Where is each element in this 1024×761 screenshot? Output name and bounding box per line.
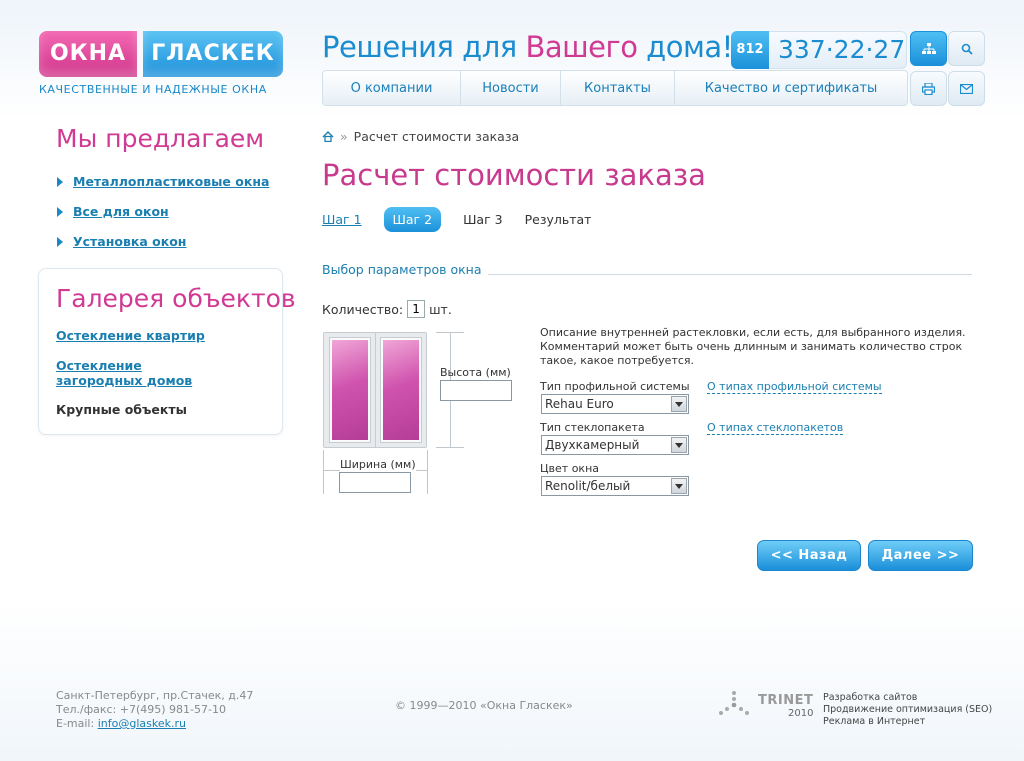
offer-title: Мы предлагаем (56, 124, 265, 153)
tagline: КАЧЕСТВЕННЫЕ И НАДЕЖНЫЕ ОКНА (39, 83, 267, 96)
sitemap-icon (921, 42, 936, 54)
color-select[interactable]: Renolit/белый (541, 476, 689, 496)
breadcrumb-current: Расчет стоимости заказа (353, 129, 520, 144)
service-item[interactable]: Продвижение оптимизация (SEO) (823, 704, 992, 716)
trinet-logo-icon[interactable] (718, 690, 750, 718)
quantity-row: Количество: шт. (322, 300, 452, 318)
nav-item-quality[interactable]: Качество и сертификаты (675, 71, 907, 105)
window-pane-left (330, 338, 370, 442)
offer-item-label[interactable]: Установка окон (73, 234, 186, 249)
height-tick-bottom (436, 447, 464, 448)
chevron-down-icon[interactable] (671, 396, 687, 412)
nav-item-news[interactable]: Новости (461, 71, 561, 105)
home-icon[interactable] (322, 131, 334, 142)
gallery-item[interactable]: Остекление загородных домов (56, 358, 192, 388)
nav-item-company[interactable]: О компании (323, 71, 461, 105)
glass-info-link[interactable]: О типах стеклопакетов (707, 421, 844, 435)
print-button[interactable] (910, 71, 947, 106)
glass-select[interactable]: Двухкамерный (541, 435, 689, 455)
window-pane-right (381, 338, 421, 442)
next-button[interactable]: Далее >> (868, 540, 973, 571)
logo-glaskek[interactable]: ГЛАСКЕК (143, 31, 283, 77)
step-2: Шаг 2 (383, 207, 442, 232)
breadcrumb-separator: » (340, 129, 348, 144)
search-icon (961, 43, 973, 55)
quantity-label: Количество: (322, 301, 404, 317)
back-button[interactable]: << Назад (757, 540, 861, 571)
main-nav: О компании Новости Контакты Качество и с… (322, 70, 908, 106)
gallery-item-current: Крупные объекты (56, 402, 187, 417)
glass-label: Тип стеклопакета (540, 421, 645, 434)
breadcrumb: » Расчет стоимости заказа (322, 129, 519, 144)
service-item[interactable]: Разработка сайтов (823, 692, 992, 704)
quantity-unit: шт. (429, 301, 452, 317)
chevron-down-icon[interactable] (671, 437, 687, 453)
footer-email-label: E-mail: (56, 717, 95, 730)
steps: Шаг 1 Шаг 2 Шаг 3 Результат (322, 207, 613, 232)
service-item[interactable]: Реклама в Интернет (823, 716, 992, 728)
offer-item[interactable]: Установка окон (57, 234, 186, 249)
height-input[interactable] (440, 380, 512, 401)
gallery-item-line[interactable]: загородных домов (56, 373, 192, 388)
offer-item-label[interactable]: Все для окон (73, 204, 169, 219)
mail-icon (960, 83, 973, 94)
color-value: Renolit/белый (545, 479, 631, 493)
section-title: Выбор параметров окна (322, 262, 488, 277)
step-result: Результат (524, 212, 592, 227)
nav-item-contacts[interactable]: Контакты (561, 71, 675, 105)
arrow-right-icon (57, 176, 63, 187)
trinet-services: Разработка сайтов Продвижение оптимизаци… (823, 692, 992, 728)
print-icon (922, 82, 935, 95)
width-label: Ширина (мм) (340, 458, 416, 471)
height-tick-top (436, 332, 464, 333)
gallery-item[interactable]: Остекление квартир (56, 328, 205, 343)
step-1[interactable]: Шаг 1 (322, 212, 362, 227)
copyright: © 1999—2010 «Окна Гласкек» (395, 699, 573, 712)
footer-email-row: E-mail: info@glaskek.ru (56, 717, 253, 731)
window-mullion (375, 332, 376, 448)
width-tick-left (323, 450, 324, 494)
phone-number: 337·22·27 (778, 35, 906, 64)
description: Описание внутренней растекловки, если ес… (540, 326, 966, 367)
search-button[interactable] (948, 31, 985, 66)
color-label: Цвет окна (540, 462, 600, 475)
glass-value: Двухкамерный (545, 438, 640, 452)
step-3: Шаг 3 (463, 212, 503, 227)
footer-phone: Тел./факс: +7(495) 981-57-10 (56, 703, 226, 716)
profile-info-link[interactable]: О типах профильной системы (707, 380, 882, 394)
chevron-down-icon[interactable] (671, 478, 687, 494)
logo-okna[interactable]: ОКНА (39, 31, 137, 77)
height-label: Высота (мм) (440, 366, 511, 379)
gallery-item-line[interactable]: Остекление (56, 358, 192, 373)
trinet-year: 2010 (788, 708, 814, 719)
offer-item-label[interactable]: Металлопластиковые окна (73, 174, 269, 189)
arrow-right-icon (57, 236, 63, 247)
footer-address: Санкт-Петербург, пр.Стачек, д.47 (56, 689, 254, 702)
slogan-part1: Решения для (322, 30, 526, 64)
quantity-input[interactable] (407, 300, 426, 318)
trinet-name[interactable]: TRINET (758, 693, 813, 708)
mail-button[interactable] (948, 71, 985, 106)
profile-select[interactable]: Rehau Euro (541, 394, 689, 414)
width-input[interactable] (339, 472, 411, 493)
profile-value: Rehau Euro (545, 397, 614, 411)
offer-item[interactable]: Металлопластиковые окна (57, 174, 269, 189)
slogan-part2: дома! (637, 30, 733, 64)
footer-contacts: Санкт-Петербург, пр.Стачек, д.47 Тел./фа… (56, 689, 253, 731)
sitemap-button[interactable] (910, 31, 947, 66)
profile-label: Тип профильной системы (540, 380, 690, 393)
footer-email-link[interactable]: info@glaskek.ru (98, 717, 186, 730)
slogan-accent: Вашего (525, 30, 638, 64)
arrow-right-icon (57, 206, 63, 217)
offer-item[interactable]: Все для окон (57, 204, 169, 219)
slogan: Решения для Вашего дома! (322, 30, 733, 64)
gallery-title: Галерея объектов (56, 284, 296, 313)
page-title: Расчет стоимости заказа (322, 158, 706, 192)
width-tick-right (427, 450, 428, 494)
phone-code: 812 (731, 31, 769, 69)
